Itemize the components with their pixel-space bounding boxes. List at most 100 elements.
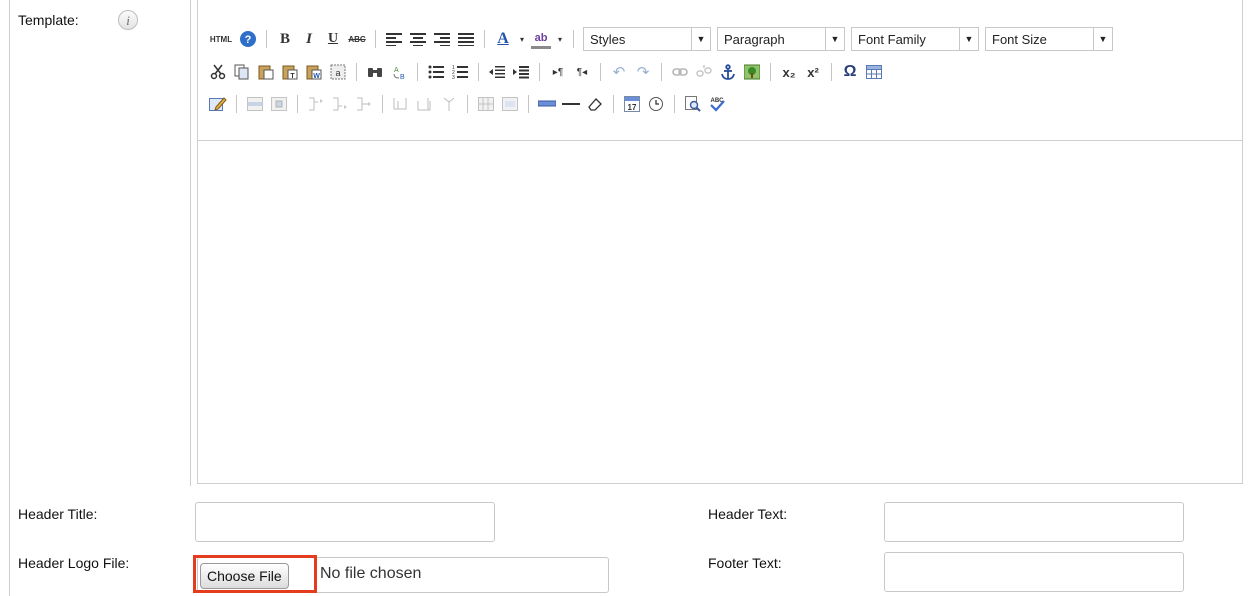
indent-icon[interactable] xyxy=(511,62,531,82)
subscript-button[interactable]: x₂ xyxy=(779,62,799,82)
align-right-icon[interactable] xyxy=(432,29,452,49)
insert-column-after-icon[interactable] xyxy=(415,94,435,114)
font-size-dropdown-label: Font Size xyxy=(992,31,1047,47)
separator xyxy=(297,95,298,113)
styles-dropdown[interactable]: Styles ▼ xyxy=(583,27,711,51)
replace-icon[interactable]: AB xyxy=(389,62,409,82)
rtl-icon[interactable]: ¶◂ xyxy=(572,62,592,82)
delete-row-icon[interactable] xyxy=(354,94,374,114)
font-color-dropdown-icon[interactable]: ▾ xyxy=(517,29,527,49)
align-center-icon[interactable] xyxy=(408,29,428,49)
header-title-input[interactable] xyxy=(195,502,495,542)
footer-text-label: Footer Text: xyxy=(708,555,782,571)
label-column-divider xyxy=(190,0,191,486)
svg-text:3: 3 xyxy=(452,75,455,79)
separator xyxy=(478,63,479,81)
paste-icon[interactable] xyxy=(256,62,276,82)
merge-cells-icon[interactable] xyxy=(500,94,520,114)
strikethrough-button[interactable]: ABC xyxy=(347,29,367,49)
row-properties-icon[interactable] xyxy=(245,94,265,114)
eraser-icon[interactable] xyxy=(585,94,605,114)
align-left-icon[interactable] xyxy=(384,29,404,49)
left-divider xyxy=(9,0,10,596)
header-text-label: Header Text: xyxy=(708,506,788,522)
header-logo-file-label: Header Logo File: xyxy=(18,555,130,571)
italic-button[interactable]: I xyxy=(299,29,319,49)
editor-toolbar: HTML ? B I U ABC A ▾ ab ▾ Styles ▼ Parag… xyxy=(198,0,1242,141)
bold-button[interactable]: B xyxy=(275,29,295,49)
chevron-down-icon: ▼ xyxy=(825,28,844,50)
separator xyxy=(573,30,574,48)
table-icon[interactable] xyxy=(864,62,884,82)
superscript-button[interactable]: x² xyxy=(803,62,823,82)
horizontal-rule-icon[interactable] xyxy=(561,94,581,114)
separator xyxy=(674,95,675,113)
separator xyxy=(600,63,601,81)
choose-file-button[interactable]: Choose File xyxy=(200,563,289,589)
bullet-list-icon[interactable] xyxy=(426,62,446,82)
ltr-icon[interactable]: ▸¶ xyxy=(548,62,568,82)
insert-time-icon[interactable] xyxy=(646,94,666,114)
svg-text:T: T xyxy=(290,73,295,80)
html-source-button[interactable]: HTML xyxy=(208,29,234,49)
paste-text-icon[interactable]: T xyxy=(280,62,300,82)
image-icon[interactable] xyxy=(742,62,762,82)
font-color-button[interactable]: A xyxy=(493,29,513,49)
align-justify-icon[interactable] xyxy=(456,29,476,49)
info-icon[interactable]: i xyxy=(118,10,138,30)
unlink-icon[interactable] xyxy=(694,62,714,82)
outdent-icon[interactable] xyxy=(487,62,507,82)
svg-text:17: 17 xyxy=(628,103,637,112)
editor-content-area[interactable] xyxy=(198,141,1242,483)
insert-layer-icon[interactable] xyxy=(537,94,557,114)
styles-dropdown-label: Styles xyxy=(590,31,626,47)
font-size-dropdown[interactable]: Font Size ▼ xyxy=(985,27,1113,51)
anchor-icon[interactable] xyxy=(718,62,738,82)
chevron-down-icon: ▼ xyxy=(691,28,710,50)
svg-text:A: A xyxy=(394,67,399,74)
undo-icon[interactable]: ↶ xyxy=(609,62,629,82)
toolbar-row-3: 17 ABC xyxy=(206,90,729,118)
header-text-input[interactable] xyxy=(884,502,1184,542)
separator xyxy=(539,63,540,81)
special-character-button[interactable]: Ω xyxy=(840,62,860,82)
separator xyxy=(770,63,771,81)
header-title-label: Header Title: xyxy=(18,506,98,522)
redo-icon[interactable]: ↷ xyxy=(633,62,653,82)
paste-word-icon[interactable]: W xyxy=(304,62,324,82)
toolbar-row-2: T W a AB 123 ▸¶ ¶◂ ↶ ↷ x₂ x² Ω xyxy=(206,58,886,86)
delete-column-icon[interactable] xyxy=(439,94,459,114)
format-dropdown[interactable]: Paragraph ▼ xyxy=(717,27,845,51)
insert-row-after-icon[interactable] xyxy=(330,94,350,114)
format-dropdown-label: Paragraph xyxy=(724,31,785,47)
separator xyxy=(661,63,662,81)
insert-column-before-icon[interactable] xyxy=(391,94,411,114)
cut-icon[interactable] xyxy=(208,62,228,82)
file-status-text: No file chosen xyxy=(320,565,422,582)
svg-text:W: W xyxy=(313,73,320,80)
select-all-icon[interactable]: a xyxy=(328,62,348,82)
font-family-dropdown[interactable]: Font Family ▼ xyxy=(851,27,979,51)
svg-text:a: a xyxy=(335,68,340,78)
highlight-color-dropdown-icon[interactable]: ▾ xyxy=(555,29,565,49)
help-icon[interactable]: ? xyxy=(238,29,258,49)
spellcheck-icon[interactable]: ABC xyxy=(707,94,727,114)
copy-icon[interactable] xyxy=(232,62,252,82)
chevron-down-icon: ▼ xyxy=(1093,28,1112,50)
preview-icon[interactable] xyxy=(683,94,703,114)
header-logo-file-input[interactable]: Choose File No file chosen xyxy=(197,557,609,593)
underline-button[interactable]: U xyxy=(323,29,343,49)
link-icon[interactable] xyxy=(670,62,690,82)
edit-table-icon[interactable] xyxy=(208,94,228,114)
insert-date-icon[interactable]: 17 xyxy=(622,94,642,114)
numbered-list-icon[interactable]: 123 xyxy=(450,62,470,82)
separator xyxy=(484,30,485,48)
find-icon[interactable] xyxy=(365,62,385,82)
highlight-color-button[interactable]: ab xyxy=(531,30,551,49)
separator xyxy=(417,63,418,81)
separator xyxy=(528,95,529,113)
cell-properties-icon[interactable] xyxy=(269,94,289,114)
insert-row-before-icon[interactable] xyxy=(306,94,326,114)
split-cells-icon[interactable] xyxy=(476,94,496,114)
footer-text-input[interactable] xyxy=(884,552,1184,592)
